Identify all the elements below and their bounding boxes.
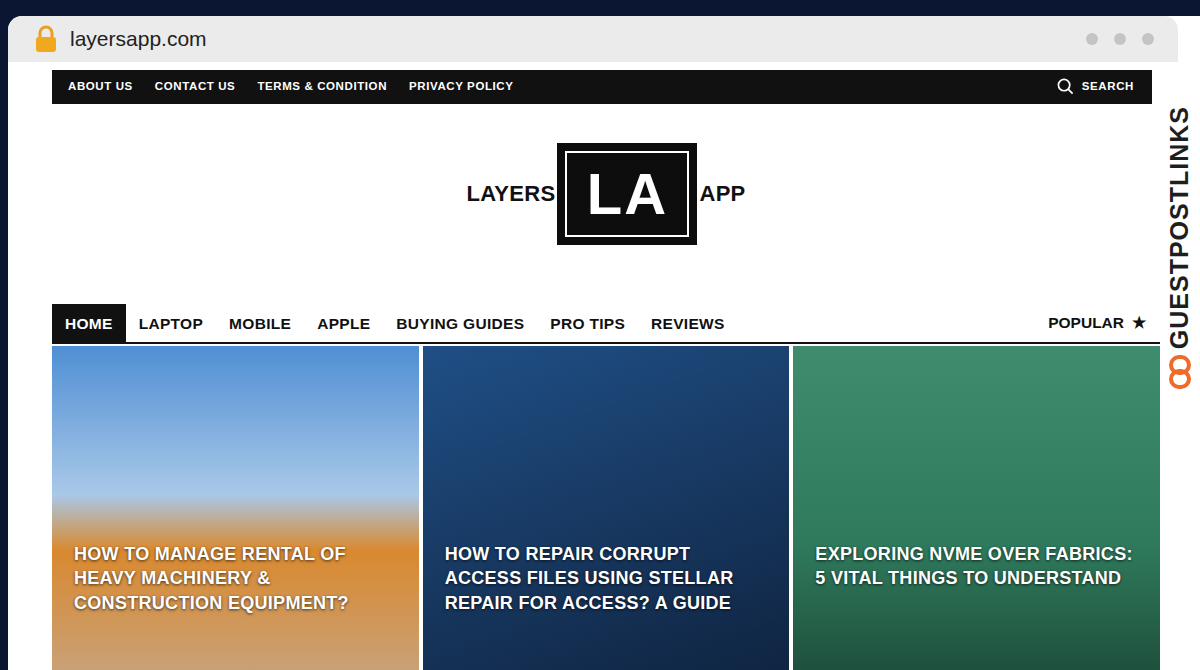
- top-link[interactable]: TERMS & CONDITION: [257, 78, 387, 95]
- main-nav: HOMELAPTOPMOBILEAPPLEBUYING GUIDESPRO TI…: [52, 304, 1160, 344]
- nav-item[interactable]: REVIEWS: [638, 304, 738, 342]
- link-icon: [1166, 355, 1194, 389]
- browser-title-bar: layersapp.com: [8, 16, 1178, 62]
- browser-content: ABOUT US CONTACT US TERMS & CONDITION PRIVA…: [8, 62, 1200, 670]
- featured-grid: HOW TO MANAGE RENTAL OF HEAVY MACHINERY …: [52, 346, 1160, 670]
- featured-post[interactable]: HOW TO MANAGE RENTAL OF HEAVY MACHINERY …: [52, 346, 419, 670]
- featured-post-title[interactable]: HOW TO MANAGE RENTAL OF HEAVY MACHINERY …: [74, 542, 401, 615]
- nav-item[interactable]: LAPTOP: [126, 304, 216, 342]
- browser-window: layersapp.com ABOUT US CONTACT US TERMS & …: [8, 16, 1200, 670]
- window-dot[interactable]: [1086, 33, 1098, 45]
- top-link[interactable]: CONTACT US: [155, 78, 236, 95]
- nav-item[interactable]: HOME: [52, 304, 126, 342]
- popular-label[interactable]: POPULAR: [1048, 311, 1124, 334]
- logo-right-word[interactable]: APP: [699, 177, 745, 210]
- search-button[interactable]: SEARCH: [1057, 78, 1134, 95]
- top-link[interactable]: ABOUT US: [68, 78, 133, 95]
- lock-icon: [34, 25, 58, 53]
- star-icon[interactable]: ★: [1132, 311, 1146, 334]
- window-dot[interactable]: [1114, 33, 1126, 45]
- nav-item[interactable]: APPLE: [304, 304, 383, 342]
- address-bar[interactable]: layersapp.com: [70, 23, 207, 55]
- popular-button[interactable]: POPULAR ★: [1048, 311, 1160, 342]
- window-controls: [1086, 33, 1154, 45]
- logo-mark[interactable]: LA: [587, 165, 668, 223]
- featured-post-title[interactable]: EXPLORING NVME OVER FABRICS: 5 VITAL THI…: [815, 542, 1142, 591]
- featured-post-title[interactable]: HOW TO REPAIR CORRUPT ACCESS FILES USING…: [445, 542, 772, 615]
- nav-item[interactable]: BUYING GUIDES: [383, 304, 537, 342]
- featured-post[interactable]: EXPLORING NVME OVER FABRICS: 5 VITAL THI…: [793, 346, 1160, 670]
- window-dot[interactable]: [1142, 33, 1154, 45]
- logo-left-word[interactable]: LAYERS: [466, 177, 555, 210]
- search-icon: [1057, 78, 1074, 95]
- logo-mark-box[interactable]: LA: [557, 143, 697, 245]
- nav-item[interactable]: PRO TIPS: [537, 304, 638, 342]
- search-label[interactable]: SEARCH: [1082, 78, 1134, 95]
- watermark-strip: GUESTPOSTLINKS: [1160, 62, 1200, 670]
- featured-post[interactable]: HOW TO REPAIR CORRUPT ACCESS FILES USING…: [423, 346, 790, 670]
- nav-item[interactable]: MOBILE: [216, 304, 304, 342]
- site-logo[interactable]: LAYERS LA APP: [52, 144, 1160, 244]
- top-link[interactable]: PRIVACY POLICY: [409, 78, 513, 95]
- watermark-text: GUESTPOSTLINKS: [1161, 106, 1199, 349]
- web-page: ABOUT US CONTACT US TERMS & CONDITION PRIVA…: [8, 62, 1160, 670]
- top-bar: ABOUT US CONTACT US TERMS & CONDITION PRIVA…: [52, 70, 1152, 104]
